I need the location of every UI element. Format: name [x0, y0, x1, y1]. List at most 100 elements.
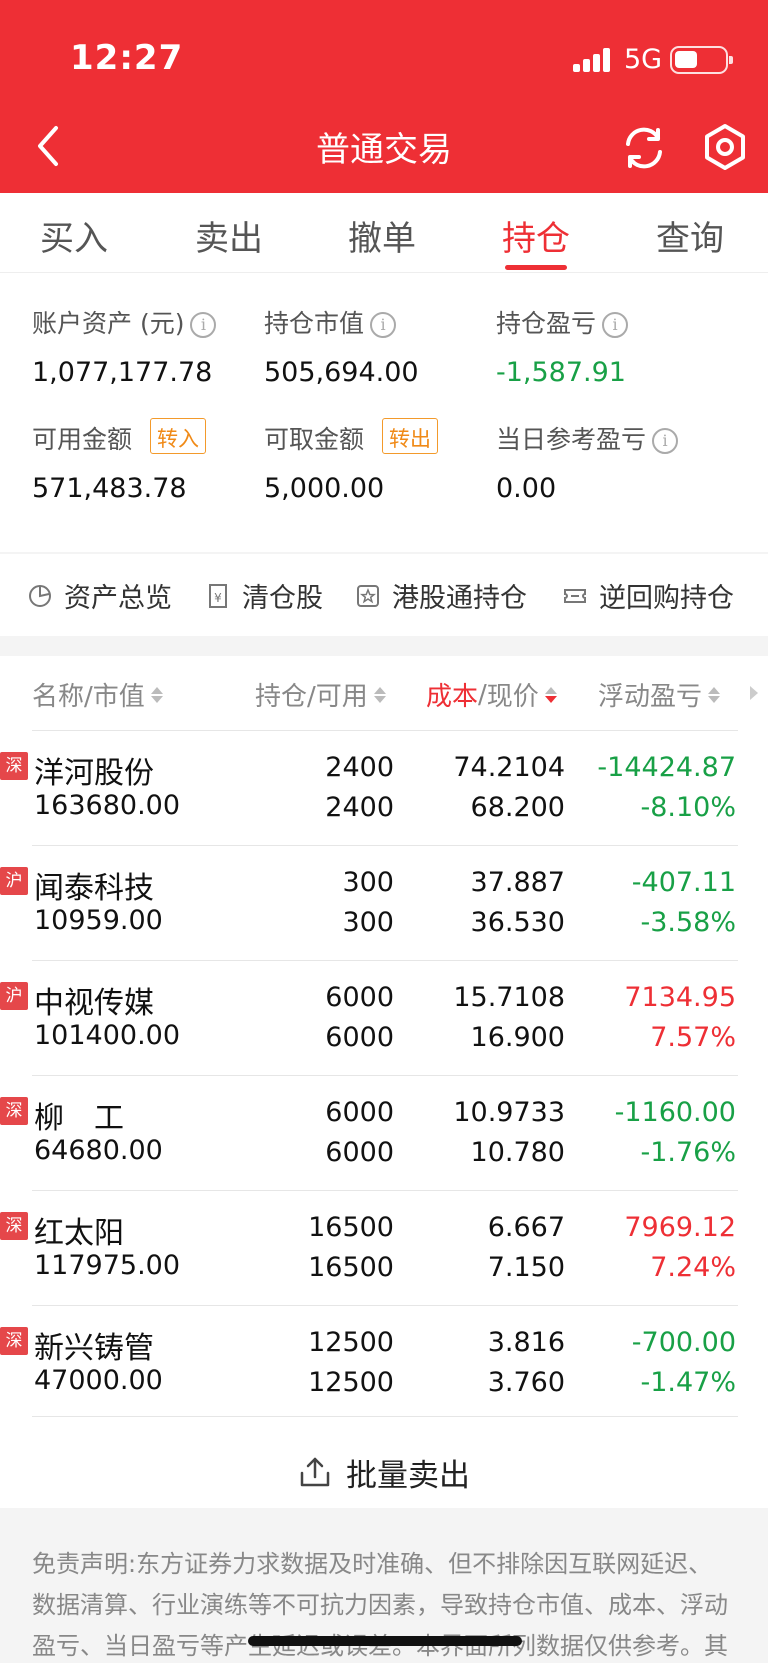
- scroll-right-icon[interactable]: [750, 686, 758, 700]
- tab-buy[interactable]: 买入: [40, 211, 108, 260]
- withdrawable-value: 5,000.00: [264, 473, 385, 504]
- position-pnl-value: -1,587.91: [496, 357, 626, 388]
- holding-row[interactable]: 深新兴铸管 47000.00 12500 12500 3.816 3.760 -700.00…: [0, 1305, 768, 1420]
- available-qty: 12500: [308, 1367, 394, 1398]
- market-value: 101400.00: [34, 1020, 181, 1051]
- info-icon[interactable]: i: [602, 312, 629, 338]
- signal-icon: [573, 48, 613, 72]
- divider: [0, 552, 768, 554]
- daily-pnl-label: 当日参考盈亏 i: [496, 420, 679, 456]
- tab-sell[interactable]: 卖出: [195, 211, 263, 260]
- position-pnl-label: 持仓盈亏 i: [496, 304, 629, 340]
- cost-price: 6.667: [487, 1212, 565, 1243]
- floating-pnl: -1160.00: [614, 1097, 736, 1128]
- cost-price: 3.816: [487, 1327, 565, 1358]
- trade-tabs: 买入 卖出 撤单 持仓 查询: [0, 193, 768, 273]
- current-price: 10.780: [470, 1137, 565, 1168]
- floating-pnl: -407.11: [631, 867, 736, 898]
- stock-name: 中视传媒: [34, 986, 154, 1021]
- tab-query[interactable]: 查询: [656, 211, 724, 260]
- floating-pnl-pct: -1.47%: [640, 1367, 736, 1398]
- current-price: 3.760: [487, 1367, 565, 1398]
- status-time: 12:27: [70, 38, 184, 78]
- tab-cancel[interactable]: 撤单: [348, 211, 416, 260]
- tab-positions[interactable]: 持仓: [502, 211, 570, 260]
- holding-row[interactable]: 深洋河股份 163680.00 2400 2400 74.2104 68.200 -1442…: [0, 730, 768, 845]
- hk-connect-holdings-link[interactable]: 港股通持仓: [356, 576, 527, 615]
- sort-desc-icon: [544, 686, 557, 703]
- divider: [32, 1416, 738, 1417]
- ticket-icon: [564, 588, 586, 603]
- market-badge: 沪: [0, 867, 28, 895]
- current-price: 16.900: [470, 1022, 565, 1053]
- sort-name-header[interactable]: 名称/市值: [32, 676, 163, 713]
- pie-chart-icon: [29, 584, 51, 607]
- gear-icon: [705, 124, 745, 170]
- holding-qty: 6000: [325, 982, 394, 1013]
- battery-icon: [670, 46, 733, 74]
- cleared-stocks-link[interactable]: ¥ 清仓股: [206, 576, 323, 615]
- info-icon[interactable]: i: [370, 312, 397, 338]
- row-divider: [32, 845, 738, 846]
- stock-name: 柳 工: [34, 1101, 124, 1136]
- svg-text:¥: ¥: [214, 591, 222, 605]
- settings-button[interactable]: [700, 122, 750, 172]
- app-header: 12:27 5G 普通交易: [0, 0, 768, 193]
- floating-pnl: 7969.12: [624, 1212, 736, 1243]
- sort-icon: [708, 686, 721, 703]
- current-price: 7.150: [487, 1252, 565, 1283]
- reverse-repo-holdings-link[interactable]: 逆回购持仓: [563, 576, 734, 615]
- available-qty: 6000: [325, 1022, 394, 1053]
- holding-row[interactable]: 深柳 工 64680.00 6000 6000 10.9733 10.780 -1160.0…: [0, 1075, 768, 1190]
- floating-pnl-pct: -3.58%: [640, 907, 736, 938]
- floating-pnl: -700.00: [631, 1327, 736, 1358]
- holding-qty: 2400: [325, 752, 394, 783]
- available-label: 可用金额: [32, 425, 133, 454]
- stock-name: 新兴铸管: [34, 1331, 154, 1366]
- floating-pnl-pct: -1.76%: [640, 1137, 736, 1168]
- market-value: 47000.00: [34, 1365, 163, 1396]
- account-assets-value: 1,077,177.78: [32, 357, 213, 388]
- info-icon[interactable]: i: [652, 428, 679, 454]
- floating-pnl-pct: -8.10%: [640, 792, 736, 823]
- refresh-icon: [626, 127, 662, 169]
- floating-pnl: -14424.87: [597, 752, 736, 783]
- holding-row[interactable]: 沪闻泰科技 10959.00 300 300 37.887 36.530 -407.11 -3…: [0, 845, 768, 960]
- transfer-out-button[interactable]: 转出: [382, 418, 438, 454]
- sort-pnl-header[interactable]: 浮动盈亏: [598, 676, 721, 713]
- available-value: 571,483.78: [32, 473, 187, 504]
- asset-overview-link[interactable]: 资产总览: [28, 576, 172, 615]
- floating-pnl: 7134.95: [624, 982, 736, 1013]
- position-value-value: 505,694.00: [264, 357, 419, 388]
- sort-icon: [373, 686, 386, 703]
- cost-price: 15.7108: [453, 982, 565, 1013]
- refresh-button[interactable]: [620, 124, 668, 172]
- holding-row[interactable]: 深红太阳 117975.00 16500 16500 6.667 7.150 7969.12…: [0, 1190, 768, 1305]
- available-qty: 300: [342, 907, 394, 938]
- bulk-sell-button[interactable]: 批量卖出: [0, 1442, 768, 1502]
- transfer-in-button[interactable]: 转入: [150, 418, 206, 454]
- star-box-icon: [357, 584, 379, 607]
- sort-quantity-header[interactable]: 持仓/可用: [255, 676, 386, 713]
- sort-cost-header[interactable]: 成本 / 现价: [426, 676, 557, 713]
- market-badge: 深: [0, 1212, 28, 1240]
- home-indicator[interactable]: [248, 1636, 522, 1646]
- cost-price: 37.887: [470, 867, 565, 898]
- available-qty: 2400: [325, 792, 394, 823]
- network-label: 5G: [624, 44, 663, 75]
- available-qty: 6000: [325, 1137, 394, 1168]
- market-value: 163680.00: [34, 790, 181, 821]
- available-qty: 16500: [308, 1252, 394, 1283]
- holding-row[interactable]: 沪中视传媒 101400.00 6000 6000 15.7108 16.900 7134.…: [0, 960, 768, 1075]
- stock-name: 闻泰科技: [34, 871, 154, 906]
- info-icon[interactable]: i: [190, 312, 217, 338]
- market-value: 10959.00: [34, 905, 163, 936]
- market-badge: 深: [0, 752, 28, 780]
- floating-pnl-pct: 7.57%: [650, 1022, 736, 1053]
- market-value: 64680.00: [34, 1135, 163, 1166]
- row-divider: [32, 730, 738, 731]
- account-assets-label: 账户资产 (元) i: [32, 304, 217, 340]
- holding-qty: 6000: [325, 1097, 394, 1128]
- current-price: 68.200: [470, 792, 565, 823]
- stock-name: 红太阳: [34, 1216, 124, 1251]
